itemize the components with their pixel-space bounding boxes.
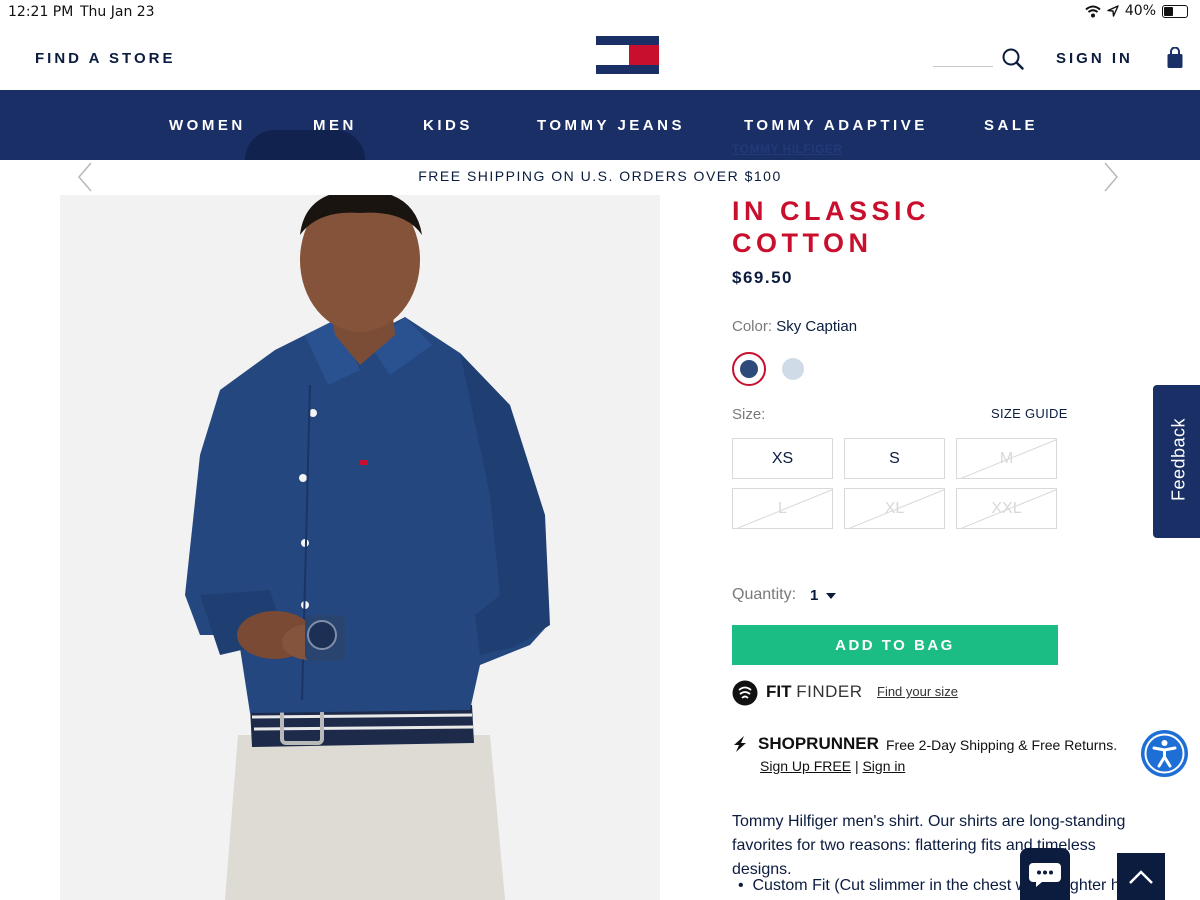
battery-percent: 40% bbox=[1124, 3, 1156, 19]
size-option-xxl-unavailable[interactable]: XXL bbox=[956, 488, 1057, 529]
color-value: Sky Captian bbox=[776, 318, 858, 335]
add-to-bag-button[interactable]: ADD TO BAG bbox=[732, 625, 1058, 665]
product-feature-text: Custom Fit (Cut slimmer in the chest wit… bbox=[752, 877, 1142, 894]
strikethrough-line bbox=[960, 489, 1056, 528]
chat-bubble-icon bbox=[1029, 863, 1061, 887]
strikethrough-line bbox=[848, 489, 944, 528]
nav-item-sale[interactable]: SALE bbox=[984, 117, 1038, 134]
status-indicators: 40% bbox=[1085, 3, 1188, 19]
size-option-label: S bbox=[889, 449, 900, 467]
fit-finder-fit: FIT bbox=[766, 682, 792, 701]
product-description: Tommy Hilfiger men's shirt. Our shirts a… bbox=[732, 813, 1126, 878]
nav-item-tommy-jeans[interactable]: TOMMY JEANS bbox=[537, 117, 685, 134]
find-a-store-link[interactable]: FIND A STORE bbox=[35, 50, 175, 67]
location-arrow-icon bbox=[1107, 5, 1119, 17]
size-option-l-unavailable[interactable]: L bbox=[732, 488, 833, 529]
site-header: FIND A STORE SIGN IN bbox=[0, 26, 1200, 90]
product-title-line-1: IN CLASSIC bbox=[732, 196, 931, 226]
size-option-s[interactable]: S bbox=[844, 438, 945, 479]
fit-finder-label: FIT FINDER bbox=[766, 682, 863, 702]
strikethrough-line bbox=[736, 489, 832, 528]
chevron-right-icon[interactable] bbox=[1103, 162, 1119, 192]
shoprunner-links: Sign Up FREE | Sign in bbox=[760, 758, 905, 774]
status-time: 12:21 PM bbox=[8, 4, 74, 20]
color-swatch-light-blue[interactable] bbox=[782, 358, 804, 380]
shoprunner-text: Free 2-Day Shipping & Free Returns. bbox=[886, 737, 1118, 753]
accessibility-button[interactable] bbox=[1141, 730, 1188, 777]
tommy-flag-logo[interactable] bbox=[596, 36, 659, 74]
shoprunner-signup-link[interactable]: Sign Up FREE bbox=[760, 758, 851, 774]
product-price: $69.50 bbox=[732, 268, 793, 287]
search-icon[interactable] bbox=[1002, 48, 1024, 70]
model-shirt-illustration bbox=[185, 195, 550, 900]
feedback-tab[interactable]: Feedback bbox=[1153, 385, 1200, 538]
chat-button[interactable] bbox=[1020, 848, 1070, 900]
fit-finder-icon bbox=[732, 680, 758, 706]
color-row: Color: Sky Captian bbox=[732, 318, 857, 335]
caret-down-icon[interactable] bbox=[825, 592, 837, 600]
nav-item-men[interactable]: MEN bbox=[313, 117, 357, 134]
color-swatch-sky-captain[interactable] bbox=[732, 352, 766, 386]
size-option-xs[interactable]: XS bbox=[732, 438, 833, 479]
brand-link[interactable]: TOMMY HILFIGER bbox=[732, 142, 843, 156]
product-title-line-2: COTTON bbox=[732, 228, 873, 258]
shoprunner-brand: SHOPRUNNER bbox=[758, 734, 879, 753]
sign-in-link[interactable]: SIGN IN bbox=[1056, 50, 1133, 67]
product-image[interactable] bbox=[60, 195, 660, 900]
product-feature-bullet: • Custom Fit (Cut slimmer in the chest w… bbox=[738, 877, 1142, 894]
quantity-label: Quantity: bbox=[732, 586, 797, 603]
size-option-m-unavailable[interactable]: M bbox=[956, 438, 1057, 479]
shoprunner-icon bbox=[734, 736, 746, 752]
main-nav: WOMEN MEN KIDS TOMMY JEANS TOMMY ADAPTIV… bbox=[0, 90, 1200, 160]
quantity-select[interactable]: 1 bbox=[810, 587, 818, 604]
size-guide-link[interactable]: SIZE GUIDE bbox=[991, 406, 1068, 421]
color-label: Color: bbox=[732, 318, 773, 335]
search-input[interactable] bbox=[933, 66, 993, 67]
find-your-size-link[interactable]: Find your size bbox=[877, 684, 958, 699]
size-option-label: XS bbox=[771, 449, 794, 467]
chevron-up-icon bbox=[1129, 870, 1153, 884]
shipping-banner: FREE SHIPPING ON U.S. ORDERS OVER $100 bbox=[0, 160, 1200, 192]
size-option-xl-unavailable[interactable]: XL bbox=[844, 488, 945, 529]
nav-item-tommy-adaptive[interactable]: TOMMY ADAPTIVE bbox=[744, 117, 928, 134]
wifi-icon bbox=[1085, 5, 1101, 17]
status-date: Thu Jan 23 bbox=[80, 4, 155, 20]
feedback-label: Feedback bbox=[1168, 417, 1189, 502]
shoprunner-signin-link[interactable]: Sign in bbox=[862, 758, 905, 774]
shipping-banner-text: FREE SHIPPING ON U.S. ORDERS OVER $100 bbox=[418, 168, 782, 184]
battery-icon bbox=[1162, 4, 1188, 18]
shoprunner-separator: | bbox=[854, 758, 859, 774]
status-bar: 12:21 PM Thu Jan 23 40% bbox=[0, 0, 1200, 26]
nav-item-women[interactable]: WOMEN bbox=[169, 117, 246, 134]
scrolled-content-peek bbox=[245, 130, 365, 160]
nav-item-kids[interactable]: KIDS bbox=[423, 117, 473, 134]
size-label: Size: bbox=[732, 406, 766, 423]
shopping-bag-icon[interactable] bbox=[1166, 47, 1184, 69]
strikethrough-line bbox=[960, 439, 1056, 478]
back-to-top-button[interactable] bbox=[1117, 853, 1165, 900]
accessibility-icon bbox=[1144, 733, 1185, 774]
fit-finder-finder: FINDER bbox=[796, 682, 863, 701]
